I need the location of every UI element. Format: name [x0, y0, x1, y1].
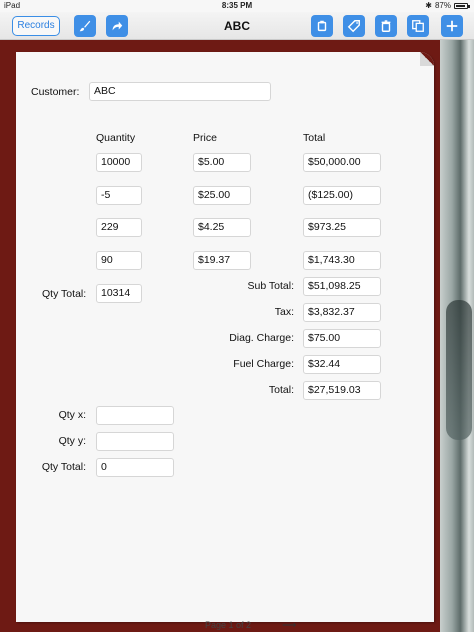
- qty-y-field[interactable]: [96, 432, 174, 451]
- qty-total2-label: Qty Total:: [41, 461, 86, 473]
- tax-label: Tax:: [274, 306, 294, 318]
- price-field-4[interactable]: $19.37: [193, 251, 251, 270]
- qty-total2-field[interactable]: 0: [96, 458, 174, 477]
- toolbar: Records ABC: [0, 12, 474, 40]
- brush-icon[interactable]: [74, 15, 96, 37]
- diag-charge-label: Diag. Charge:: [229, 332, 294, 344]
- quantity-header: Quantity: [96, 132, 136, 144]
- add-icon[interactable]: [441, 15, 463, 37]
- battery-percent: 87%: [434, 1, 451, 10]
- price-field-2[interactable]: $25.00: [193, 186, 251, 205]
- qty-x-field[interactable]: [96, 406, 174, 425]
- total-header: Total: [303, 132, 326, 144]
- background-photo: [440, 40, 474, 632]
- diag-charge-field[interactable]: $75.00: [303, 329, 381, 348]
- form-sheet: Customer: ABC Quantity Price Total 10000…: [16, 52, 434, 622]
- qty-total-field[interactable]: 10314: [96, 284, 142, 303]
- trash-icon[interactable]: [375, 15, 397, 37]
- grand-total-field[interactable]: $27,519.03: [303, 381, 381, 400]
- qty-x-label: Qty x:: [58, 409, 86, 421]
- total-field-3[interactable]: $973.25: [303, 218, 381, 237]
- share-icon[interactable]: [106, 15, 128, 37]
- arrow-right-icon[interactable]: ⟶: [282, 620, 296, 631]
- subtotal-field[interactable]: $51,098.25: [303, 277, 381, 296]
- tax-field[interactable]: $3,832.37: [303, 303, 381, 322]
- fuel-charge-label: Fuel Charge:: [233, 358, 294, 370]
- bluetooth-icon: ✱: [425, 1, 432, 10]
- qty-field-3[interactable]: 229: [96, 218, 142, 237]
- page-title: ABC: [224, 19, 250, 33]
- fuel-charge-field[interactable]: $32.44: [303, 355, 381, 374]
- customer-label: Customer:: [31, 86, 80, 98]
- battery-icon: [454, 3, 470, 9]
- status-right: ✱ 87%: [425, 0, 470, 12]
- qty-field-1[interactable]: 10000: [96, 153, 142, 172]
- price-header: Price: [193, 132, 217, 144]
- total-field-2[interactable]: ($125.00): [303, 186, 381, 205]
- page-curl: [420, 52, 434, 66]
- qty-total-label: Qty Total:: [42, 288, 87, 300]
- status-bar: iPad 8:35 PM ✱ 87%: [0, 0, 474, 12]
- page-footer: Page 1 of 2 ⟶: [0, 618, 474, 632]
- clock: 8:35 PM: [221, 1, 253, 10]
- qty-field-4[interactable]: 90: [96, 251, 142, 270]
- subtotal-label: Sub Total:: [247, 280, 294, 292]
- qty-y-label: Qty y:: [58, 435, 86, 447]
- copy-icon[interactable]: [407, 15, 429, 37]
- page-indicator: Page 1 of 2: [205, 620, 252, 630]
- total-field-1[interactable]: $50,000.00: [303, 153, 381, 172]
- price-field-1[interactable]: $5.00: [193, 153, 251, 172]
- price-field-3[interactable]: $4.25: [193, 218, 251, 237]
- grand-total-label: Total:: [268, 384, 294, 396]
- save-icon[interactable]: [311, 15, 333, 37]
- total-field-4[interactable]: $1,743.30: [303, 251, 381, 270]
- qty-field-2[interactable]: -5: [96, 186, 142, 205]
- customer-input[interactable]: ABC: [89, 82, 271, 101]
- tag-icon[interactable]: [343, 15, 365, 37]
- records-button[interactable]: Records: [12, 16, 60, 36]
